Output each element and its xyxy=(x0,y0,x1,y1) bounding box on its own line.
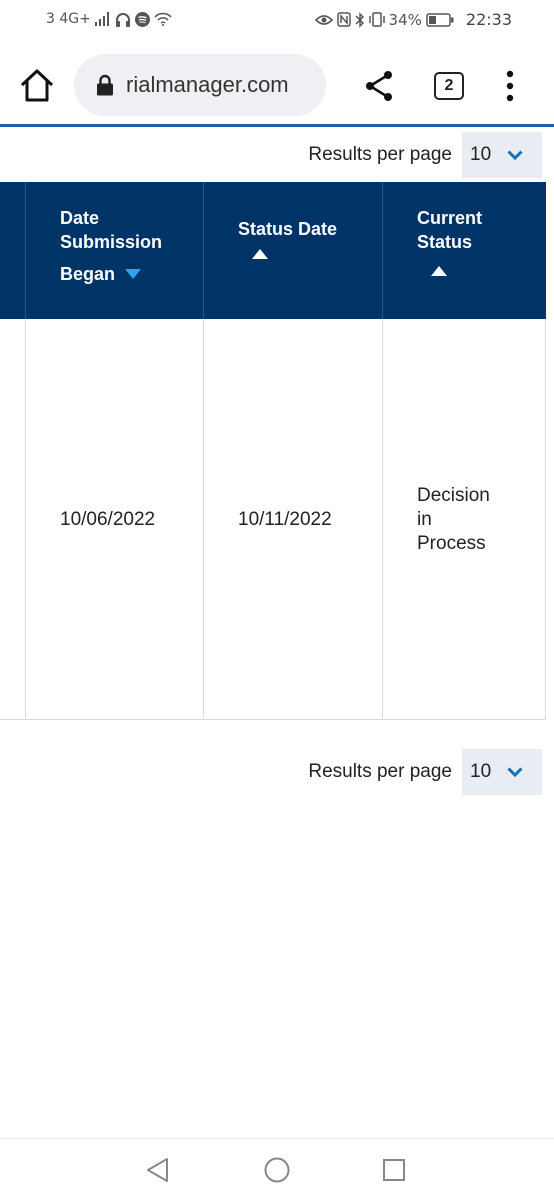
results-per-page-bottom: Results per page 10 xyxy=(308,749,542,795)
results-per-page-value: 10 xyxy=(470,144,492,165)
nav-recent-icon xyxy=(383,1159,405,1181)
results-table: Date Submission Began Status Date Curren… xyxy=(0,182,546,720)
sort-asc-icon xyxy=(431,266,447,276)
home-button[interactable] xyxy=(18,68,56,104)
results-per-page-select[interactable]: 10 xyxy=(462,132,542,178)
share-button[interactable] xyxy=(364,70,394,102)
battery-percent: 34% xyxy=(388,10,422,29)
column-header-label-line: Submission xyxy=(60,232,163,252)
battery-icon xyxy=(426,12,454,27)
column-header-status-date[interactable]: Status Date xyxy=(204,182,383,319)
more-vert-icon xyxy=(506,70,514,102)
home-icon xyxy=(20,69,54,102)
cell-value: 10/06/2022 xyxy=(60,509,156,530)
url-text: rialmanager.com xyxy=(126,72,289,97)
table-cell-date-submission-began: 10/06/2022 xyxy=(26,319,204,720)
results-per-page-label: Results per page xyxy=(308,761,452,782)
overflow-menu-button[interactable] xyxy=(505,70,515,102)
share-icon xyxy=(366,71,392,101)
spotify-icon xyxy=(134,11,150,27)
column-header-date-submission-began[interactable]: Date Submission Began xyxy=(26,182,204,319)
cell-value: 10/11/2022 xyxy=(238,509,332,530)
column-header-label-line: Current xyxy=(417,208,483,228)
table-header: Date Submission Began Status Date Curren… xyxy=(0,182,546,319)
signal-icon xyxy=(94,12,109,26)
cell-value-line: in xyxy=(417,509,432,530)
wifi-icon xyxy=(154,12,172,26)
network-indicator: 3 4G+ xyxy=(46,11,91,27)
nav-home-button[interactable] xyxy=(264,1157,290,1188)
system-nav-bar xyxy=(0,1138,554,1200)
chevron-down-icon xyxy=(507,150,523,160)
toolbar-divider xyxy=(0,124,554,127)
column-header-offscreen xyxy=(0,182,26,319)
table-cell-current-status: Decision in Process xyxy=(383,319,546,720)
results-per-page-select[interactable]: 10 xyxy=(462,749,542,795)
nav-back-icon xyxy=(147,1158,168,1182)
nfc-icon xyxy=(336,12,351,27)
nav-back-button[interactable] xyxy=(145,1157,171,1188)
vibrate-icon xyxy=(368,12,385,27)
browser-toolbar: rialmanager.com 2 xyxy=(0,48,554,124)
eye-icon xyxy=(314,14,333,25)
status-bar: 3 4G+ 34% 22:33 xyxy=(0,0,554,42)
results-per-page-value: 10 xyxy=(470,761,492,782)
column-header-current-status[interactable]: Current Status xyxy=(383,182,546,319)
nav-home-icon xyxy=(264,1157,290,1183)
table-cell-status-date: 10/11/2022 xyxy=(204,319,383,720)
table-body: 10/06/2022 10/11/2022 Decision in Proces… xyxy=(0,319,546,720)
column-header-label-line: Began xyxy=(60,264,116,284)
cell-value-line: Decision xyxy=(417,485,490,506)
cell-value-line: Process xyxy=(417,533,486,554)
status-bar-left: 3 4G+ xyxy=(46,11,172,27)
column-header-label-line: Date xyxy=(60,208,100,228)
tab-count: 2 xyxy=(444,77,454,94)
chevron-down-icon xyxy=(507,767,523,777)
bluetooth-icon xyxy=(355,11,364,28)
address-bar[interactable]: rialmanager.com xyxy=(74,54,326,116)
clock: 22:33 xyxy=(465,10,512,29)
results-per-page-top: Results per page 10 xyxy=(308,132,542,178)
column-header-label-line: Status Date xyxy=(238,219,338,239)
table-cell-offscreen xyxy=(0,319,26,720)
sort-desc-icon xyxy=(125,269,142,279)
sort-asc-icon xyxy=(252,249,268,259)
headphones-icon xyxy=(115,12,130,27)
nav-recent-button[interactable] xyxy=(382,1158,406,1187)
status-bar-right: 34% 22:33 xyxy=(314,10,512,29)
lock-icon xyxy=(97,74,113,96)
results-per-page-label: Results per page xyxy=(308,144,452,165)
column-header-label-line: Status xyxy=(417,232,473,252)
tab-switcher-button[interactable]: 2 xyxy=(434,72,464,100)
